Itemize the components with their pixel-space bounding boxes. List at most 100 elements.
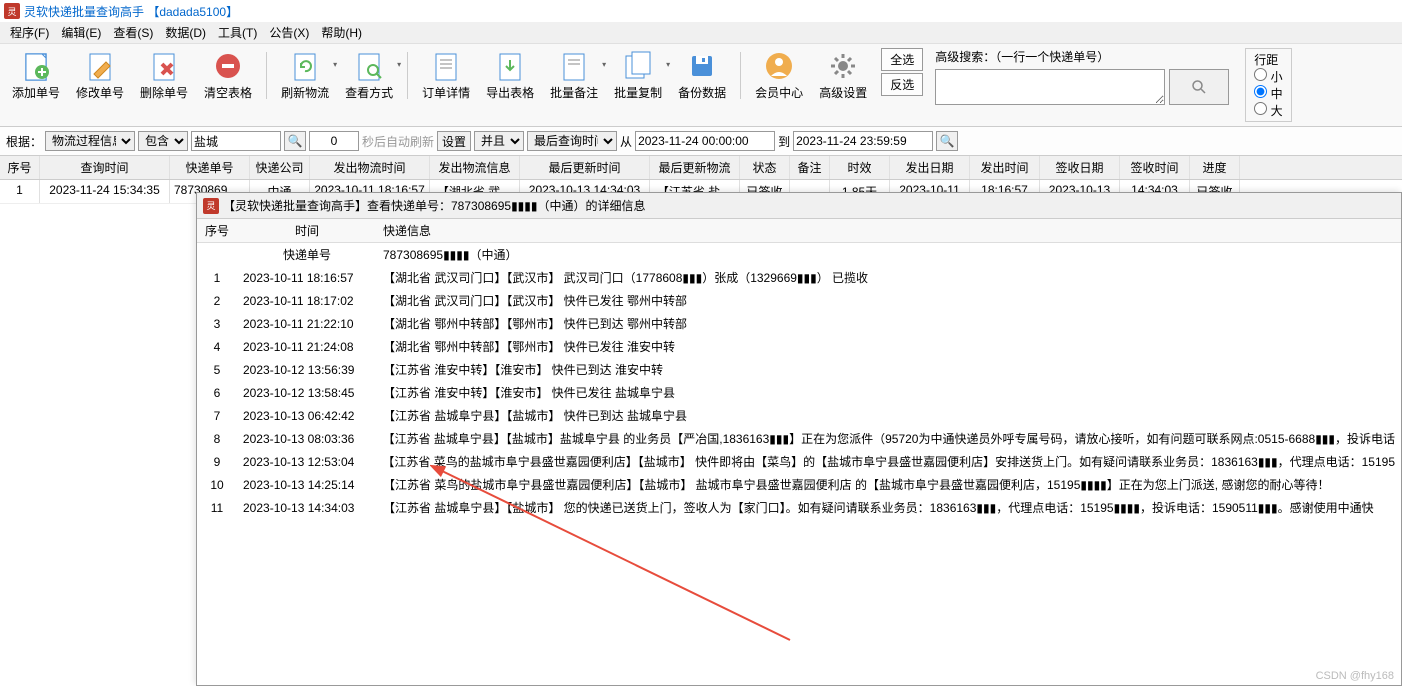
col-header[interactable]: 查询时间 bbox=[40, 156, 170, 179]
cell: 2023-11-24 15:34:35 bbox=[40, 180, 170, 203]
copy-icon bbox=[622, 50, 654, 82]
member-icon bbox=[763, 50, 795, 82]
col-header[interactable]: 发出物流信息 bbox=[430, 156, 520, 179]
col-header[interactable]: 发出日期 bbox=[890, 156, 970, 179]
select-all-button[interactable]: 全选 bbox=[881, 48, 923, 71]
tracking-row[interactable]: 102023-10-13 14:25:14【江苏省 菜鸟的盐城市阜宁县盛世嘉园便… bbox=[197, 473, 1401, 496]
col-header[interactable]: 快递公司 bbox=[250, 156, 310, 179]
col-header[interactable]: 备注 bbox=[790, 156, 830, 179]
title-bar: 灵 灵软快递批量查询高手 【dadada5100】 bbox=[0, 0, 1402, 22]
tracking-row[interactable]: 72023-10-13 06:42:42【江苏省 盐城阜宁县】【盐城市】 快件已… bbox=[197, 404, 1401, 427]
col-header[interactable]: 状态 bbox=[740, 156, 790, 179]
add-icon bbox=[20, 50, 52, 82]
date-search-button[interactable]: 🔍 bbox=[936, 131, 958, 151]
auto-refresh-label: 秒后自动刷新 bbox=[362, 133, 434, 150]
filter-search-button[interactable]: 🔍 bbox=[284, 131, 306, 151]
detail-title-text: 【灵软快递批量查询高手】查看快递单号：787308695▮▮▮▮（中通）的详细信… bbox=[223, 197, 645, 214]
from-label: 从 bbox=[620, 133, 632, 150]
tool-refresh[interactable]: 刷新物流▾ bbox=[273, 48, 337, 103]
menu-program[interactable]: 程序(F) bbox=[4, 22, 55, 43]
tool-copy[interactable]: 批量复制▾ bbox=[606, 48, 670, 103]
advanced-search-panel: 高级搜索：（一行一个快递单号） bbox=[935, 48, 1229, 105]
menu-help[interactable]: 帮助(H) bbox=[315, 22, 368, 43]
col-header[interactable]: 最后更新物流 bbox=[650, 156, 740, 179]
search-label: 高级搜索：（一行一个快递单号） bbox=[935, 48, 1229, 65]
spacing-small[interactable]: 小 bbox=[1254, 68, 1282, 85]
tool-edit[interactable]: 修改单号 bbox=[68, 48, 132, 103]
tool-note[interactable]: 批量备注▾ bbox=[542, 48, 606, 103]
and-select[interactable]: 并且 bbox=[474, 131, 524, 151]
app-icon: 灵 bbox=[203, 198, 219, 214]
backup-icon bbox=[686, 50, 718, 82]
filter-op-select[interactable]: 包含 bbox=[138, 131, 188, 151]
col-header[interactable]: 签收时间 bbox=[1120, 156, 1190, 179]
tool-export[interactable]: 导出表格 bbox=[478, 48, 542, 103]
tracking-row[interactable]: 22023-10-11 18:17:02【湖北省 武汉司门口】【武汉市】 快件已… bbox=[197, 289, 1401, 312]
filter-count[interactable] bbox=[309, 131, 359, 151]
filter-field-select[interactable]: 物流过程信息 bbox=[45, 131, 135, 151]
tracking-row[interactable]: 92023-10-13 12:53:04【江苏省 菜鸟的盐城市阜宁县盛世嘉园便利… bbox=[197, 450, 1401, 473]
tracking-row[interactable]: 62023-10-12 13:58:45【江苏省 淮安中转】【淮安市】 快件已发… bbox=[197, 381, 1401, 404]
search-button[interactable] bbox=[1169, 69, 1229, 105]
view-icon bbox=[353, 50, 385, 82]
search-input[interactable] bbox=[935, 69, 1165, 105]
chevron-down-icon: ▾ bbox=[397, 60, 401, 69]
settings-icon bbox=[827, 50, 859, 82]
col-header[interactable]: 发出物流时间 bbox=[310, 156, 430, 179]
menu-notice[interactable]: 公告(X) bbox=[263, 22, 315, 43]
tracking-row[interactable]: 112023-10-13 14:34:03【江苏省 盐城阜宁县】【盐城市】 您的… bbox=[197, 496, 1401, 519]
spacing-large[interactable]: 大 bbox=[1254, 102, 1282, 119]
tool-member[interactable]: 会员中心 bbox=[747, 48, 811, 103]
menu-view[interactable]: 查看(S) bbox=[107, 22, 159, 43]
filter-root-label: 根据： bbox=[6, 133, 42, 150]
detail-subheader: 快递单号 787308695▮▮▮▮（中通） bbox=[197, 243, 1401, 266]
menu-data[interactable]: 数据(D) bbox=[159, 22, 212, 43]
last-time-select[interactable]: 最后查询时间 bbox=[527, 131, 617, 151]
cell: 1 bbox=[0, 180, 40, 203]
col-header[interactable]: 签收日期 bbox=[1040, 156, 1120, 179]
export-icon bbox=[494, 50, 526, 82]
col-header[interactable]: 最后更新时间 bbox=[520, 156, 650, 179]
app-icon: 灵 bbox=[4, 3, 20, 19]
menu-bar: 程序(F) 编辑(E) 查看(S) 数据(D) 工具(T) 公告(X) 帮助(H… bbox=[0, 22, 1402, 44]
tracking-row[interactable]: 82023-10-13 08:03:36【江苏省 盐城阜宁县】【盐城市】盐城阜宁… bbox=[197, 427, 1401, 450]
tool-del[interactable]: 删除单号 bbox=[132, 48, 196, 103]
window-title: 灵软快递批量查询高手 【dadada5100】 bbox=[24, 3, 238, 20]
note-icon bbox=[558, 50, 590, 82]
menu-edit[interactable]: 编辑(E) bbox=[55, 22, 107, 43]
toolbar: 添加单号修改单号删除单号清空表格刷新物流▾查看方式▾订单详情导出表格批量备注▾批… bbox=[0, 44, 1402, 127]
tool-settings[interactable]: 高级设置 bbox=[811, 48, 875, 103]
edit-icon bbox=[84, 50, 116, 82]
watermark: CSDN @fhy168 bbox=[1316, 670, 1394, 682]
clear-icon bbox=[212, 50, 244, 82]
grid-header: 序号查询时间快递单号快递公司发出物流时间发出物流信息最后更新时间最后更新物流状态… bbox=[0, 156, 1402, 180]
col-header[interactable]: 快递单号 bbox=[170, 156, 250, 179]
from-date-input[interactable] bbox=[635, 131, 775, 151]
to-date-input[interactable] bbox=[793, 131, 933, 151]
tool-add[interactable]: 添加单号 bbox=[4, 48, 68, 103]
detail-header: 序号 时间 快递信息 bbox=[197, 219, 1401, 243]
tracking-row[interactable]: 32023-10-11 21:22:10【湖北省 鄂州中转部】【鄂州市】 快件已… bbox=[197, 312, 1401, 335]
tool-clear[interactable]: 清空表格 bbox=[196, 48, 260, 103]
detail-title-bar: 灵 【灵软快递批量查询高手】查看快递单号：787308695▮▮▮▮（中通）的详… bbox=[197, 193, 1401, 219]
col-header[interactable]: 时效 bbox=[830, 156, 890, 179]
tracking-row[interactable]: 42023-10-11 21:24:08【湖北省 鄂州中转部】【鄂州市】 快件已… bbox=[197, 335, 1401, 358]
tool-view[interactable]: 查看方式▾ bbox=[337, 48, 401, 103]
filter-value-input[interactable] bbox=[191, 131, 281, 151]
detail-icon bbox=[430, 50, 462, 82]
col-header[interactable]: 发出时间 bbox=[970, 156, 1040, 179]
col-header[interactable]: 序号 bbox=[0, 156, 40, 179]
filter-bar: 根据： 物流过程信息 包含 🔍 秒后自动刷新 设置 并且 最后查询时间 从 到 … bbox=[0, 127, 1402, 156]
tool-backup[interactable]: 备份数据 bbox=[670, 48, 734, 103]
tracking-row[interactable]: 52023-10-12 13:56:39【江苏省 淮安中转】【淮安市】 快件已到… bbox=[197, 358, 1401, 381]
tool-detail[interactable]: 订单详情 bbox=[414, 48, 478, 103]
invert-select-button[interactable]: 反选 bbox=[881, 73, 923, 96]
detail-window: 灵 【灵软快递批量查询高手】查看快递单号：787308695▮▮▮▮（中通）的详… bbox=[196, 192, 1402, 686]
settings-button[interactable]: 设置 bbox=[437, 131, 471, 151]
menu-tools[interactable]: 工具(T) bbox=[212, 22, 263, 43]
tracking-row[interactable]: 12023-10-11 18:16:57【湖北省 武汉司门口】【武汉市】 武汉司… bbox=[197, 266, 1401, 289]
line-spacing-panel: 行距 小 中 大 bbox=[1245, 48, 1291, 122]
spacing-mid[interactable]: 中 bbox=[1254, 85, 1282, 102]
refresh-icon bbox=[289, 50, 321, 82]
col-header[interactable]: 进度 bbox=[1190, 156, 1240, 179]
